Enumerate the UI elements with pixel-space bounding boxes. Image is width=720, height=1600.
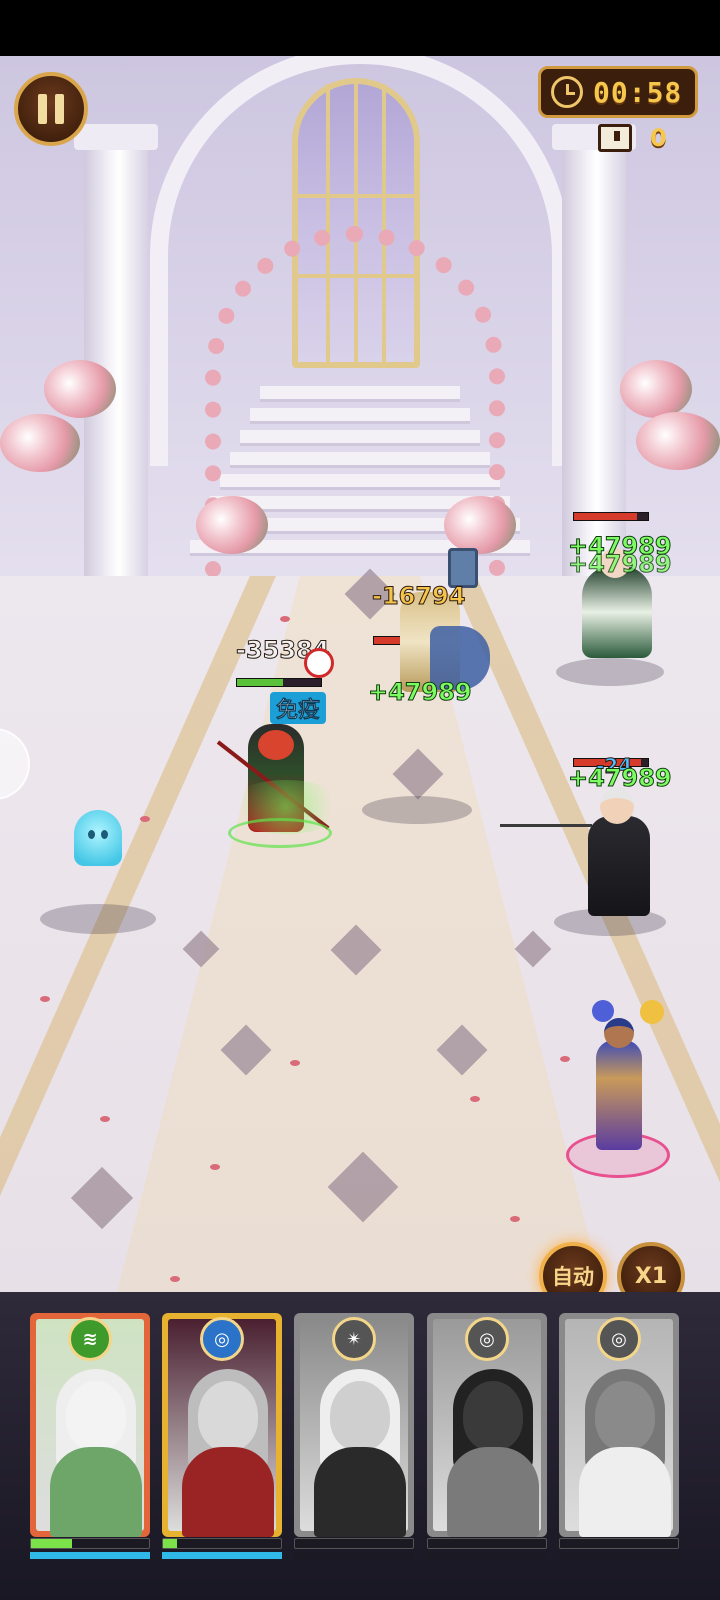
hero-card-red-armored-hero[interactable]: ◎ bbox=[162, 1313, 282, 1537]
flower-bouquet bbox=[196, 496, 268, 554]
battle-timer: 00:58 bbox=[538, 66, 698, 118]
hero-mana-bar bbox=[559, 1552, 679, 1559]
unit-shadow bbox=[40, 904, 156, 934]
hero-card-green-maiden[interactable]: ≋ bbox=[30, 1313, 150, 1537]
enemy-hp-bar bbox=[573, 512, 649, 521]
water-element-icon: ◎ bbox=[597, 1317, 641, 1361]
hero-mana-bar bbox=[162, 1552, 282, 1559]
battle-screen: -35384 免疫 -16794 +47989 +47989 +47989 -2… bbox=[0, 0, 720, 1600]
loot-counter: 0 bbox=[598, 120, 667, 156]
hero-energy-bar bbox=[162, 1538, 282, 1549]
ally-hp-bar bbox=[236, 678, 322, 687]
immunity-icon bbox=[304, 648, 334, 678]
flower-bouquet bbox=[620, 360, 692, 418]
flower-bouquet bbox=[636, 412, 720, 470]
unit-shadow bbox=[362, 796, 472, 824]
water-element-icon: ◎ bbox=[465, 1317, 509, 1361]
water-element-icon: ◎ bbox=[200, 1317, 244, 1361]
ghost-spirit[interactable] bbox=[74, 810, 122, 866]
hero-mana-bar bbox=[294, 1552, 414, 1559]
hero-card-dark-haired-lady[interactable]: ◎ bbox=[427, 1313, 547, 1537]
chest-icon bbox=[598, 124, 632, 152]
flower-bouquet bbox=[444, 496, 516, 554]
pause-button[interactable] bbox=[14, 72, 88, 146]
hero-card-schoolgirl[interactable]: ◎ bbox=[559, 1313, 679, 1537]
hero-energy-bar bbox=[427, 1538, 547, 1549]
hero-energy-bar bbox=[30, 1538, 150, 1549]
status-bar-area bbox=[0, 0, 720, 56]
wind-element-icon: ≋ bbox=[68, 1317, 112, 1361]
heal-number: +47989 bbox=[568, 764, 673, 793]
hero-energy-bar bbox=[559, 1538, 679, 1549]
hero-card-old-gentleman[interactable]: ✴ bbox=[294, 1313, 414, 1537]
chest-count: 0 bbox=[650, 124, 667, 152]
flower-bouquet bbox=[0, 414, 80, 472]
arcane-element-icon: ✴ bbox=[332, 1317, 376, 1361]
clock-icon bbox=[551, 76, 583, 108]
hero-mana-bar bbox=[427, 1552, 547, 1559]
heal-number: +47989 bbox=[568, 550, 673, 579]
hero-energy-bar bbox=[294, 1538, 414, 1549]
immunity-buff-label: 免疫 bbox=[270, 692, 327, 724]
hero-mana-bar bbox=[30, 1552, 150, 1559]
heal-number: +47989 bbox=[368, 678, 473, 707]
damage-number: -16794 bbox=[371, 582, 466, 611]
flower-bouquet bbox=[44, 360, 116, 418]
timer-text: 00:58 bbox=[593, 75, 683, 109]
unit-shadow bbox=[556, 658, 664, 686]
